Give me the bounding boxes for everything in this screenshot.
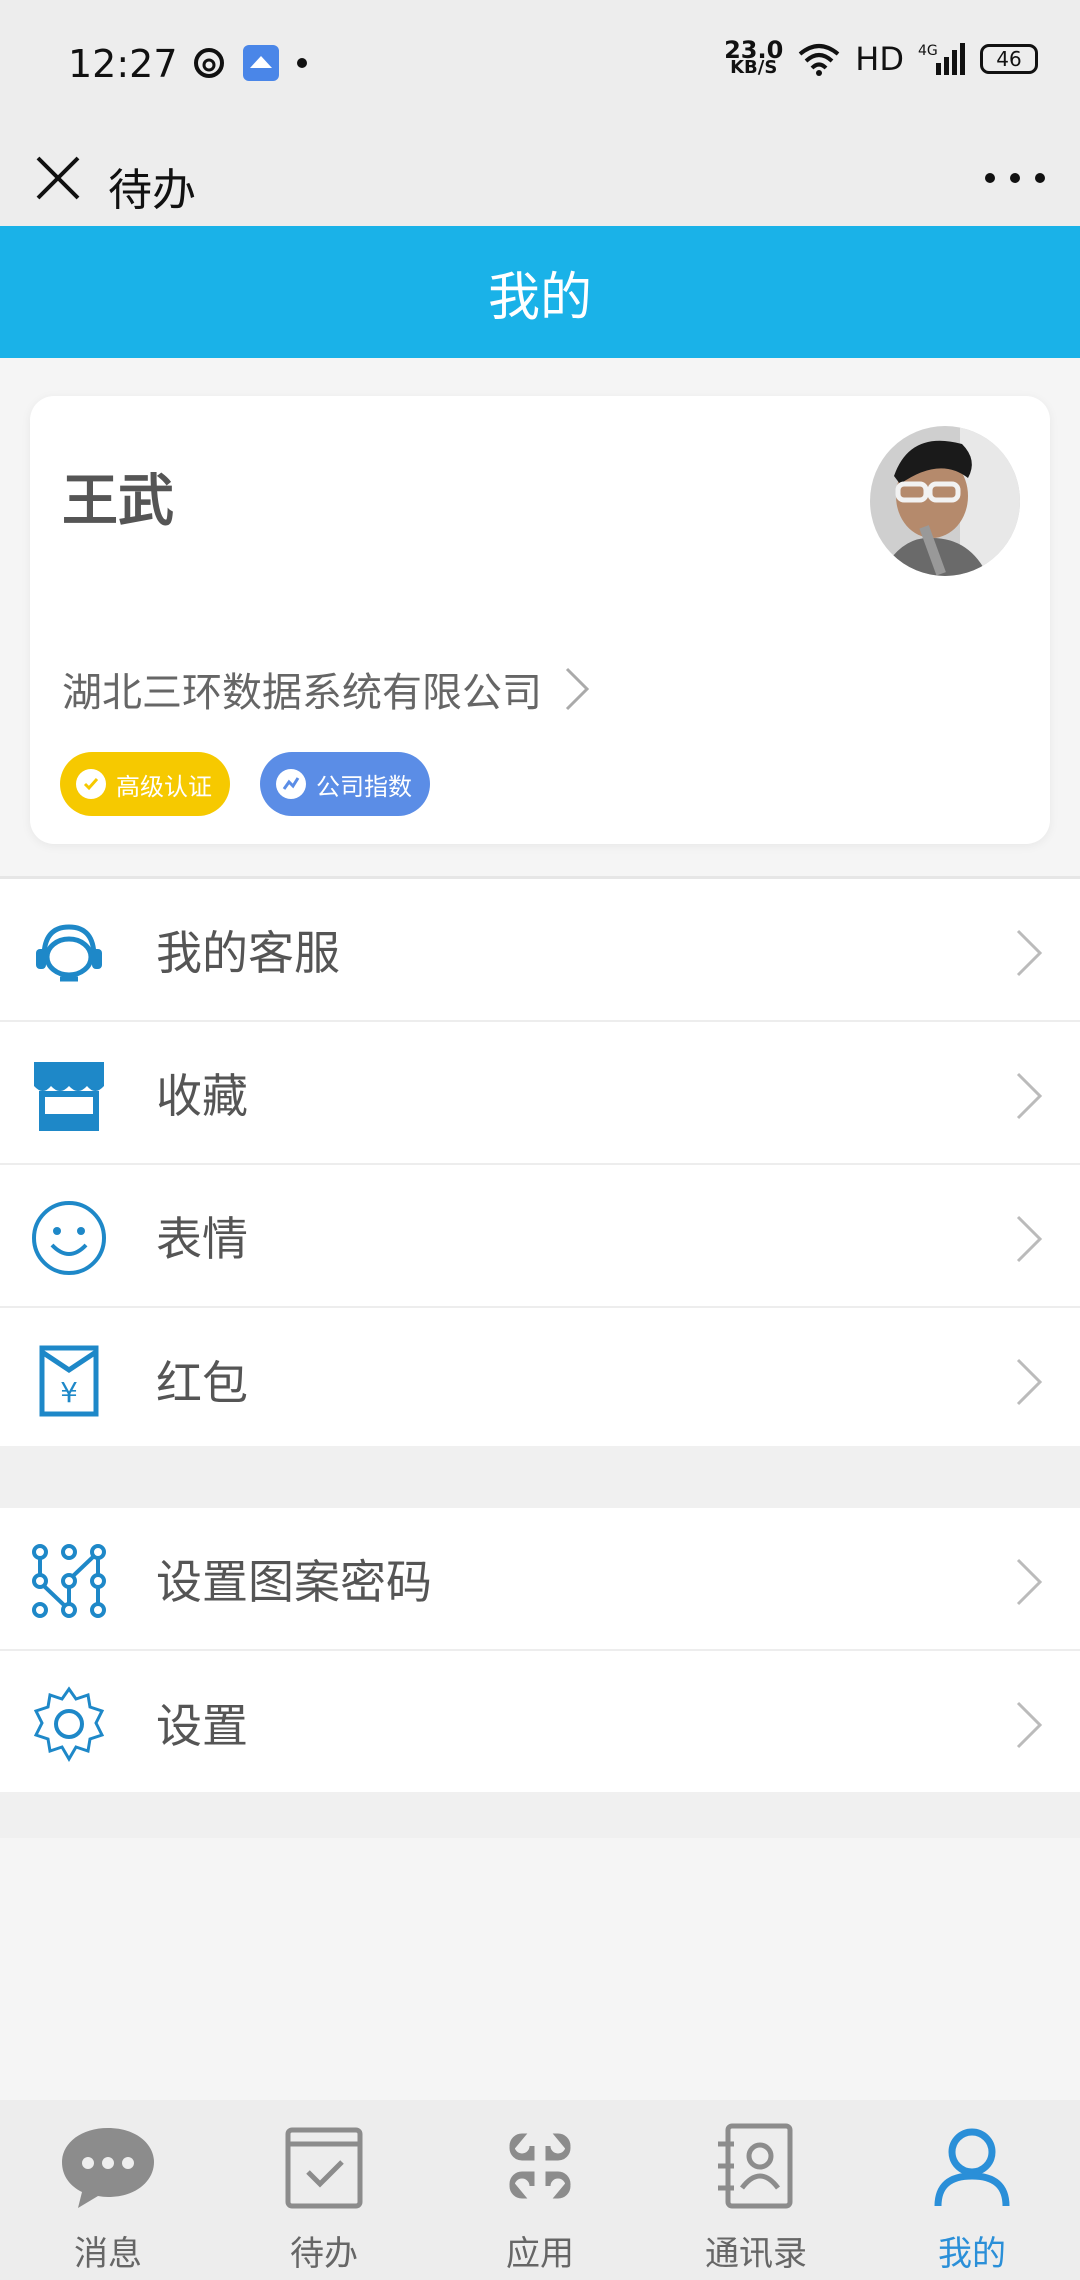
tab-apps[interactable]: 应用 [432,2100,648,2280]
tab-todo[interactable]: 待办 [216,2100,432,2280]
chevron-right-icon [565,667,590,711]
todo-check-icon [285,2127,363,2209]
badge-row: 高级认证 公司指数 [60,752,430,816]
more-options-icon[interactable] [980,154,1050,202]
wifi-icon [799,44,840,76]
profile-name: 王武 [62,469,174,534]
menu-item-pattern-password[interactable]: 设置图案密码 [0,1508,1080,1651]
chat-bubble-icon [62,2128,154,2208]
menu-label: 红包 [156,1355,248,1410]
menu-item-red-envelope[interactable]: ¥ 红包 [0,1308,1080,1451]
company-link[interactable]: 湖北三环数据系统有限公司 [62,660,590,718]
chevron-right-icon [1016,1215,1043,1263]
check-circle-icon [76,769,106,799]
badge-label: 高级认证 [116,772,212,801]
signal-icon: 4G [918,43,965,75]
menu-label: 表情 [156,1211,248,1266]
headset-icon [36,924,102,982]
chevron-right-icon [1016,1072,1043,1120]
smiley-icon [32,1201,106,1275]
status-time: 12:27 [68,42,178,86]
menu-item-settings[interactable]: 设置 [0,1651,1080,1794]
profile-card[interactable]: 王武 湖北三环数据系统有限公司 高级认证 公司指数 [30,396,1050,844]
avatar[interactable] [870,426,1020,576]
nav-bar: 待办 [0,130,1080,226]
tab-contacts[interactable]: 通讯录 [648,2100,864,2280]
menu-label: 设置 [156,1698,248,1753]
menu-group-main: 我的客服 收藏 表情 ¥ 红包 [0,876,1080,1451]
dot-icon [297,58,307,68]
status-right: 23.0 KB/S HD 4G 46 [724,36,1038,78]
network-speed: 23.0 KB/S [724,36,784,78]
gear-icon [33,1686,105,1762]
chevron-right-icon [1016,1701,1043,1749]
badge-label: 公司指数 [316,772,412,801]
menu-item-stickers[interactable]: 表情 [0,1165,1080,1308]
chevron-right-icon [1016,929,1043,977]
menu-group-settings: 设置图案密码 设置 [0,1508,1080,1794]
page-header: 我的 [0,226,1080,358]
tab-label: 待办 [290,2234,358,2274]
tab-messages[interactable]: 消息 [0,2100,216,2280]
apps-grid-icon [509,2133,571,2199]
pattern-lock-icon [32,1544,106,1618]
trend-icon [276,769,306,799]
tab-bar: 消息 待办 应用 通讯录 我的 [0,2100,1080,2280]
company-index-badge[interactable]: 公司指数 [260,752,430,816]
close-icon[interactable] [30,150,86,206]
tab-label: 通讯录 [705,2234,807,2274]
svg-text:4G: 4G [918,43,938,59]
tab-label: 应用 [506,2234,574,2274]
page-title: 我的 [487,267,592,328]
nav-title: 待办 [108,165,196,216]
tab-label: 我的 [938,2234,1006,2274]
certified-badge[interactable]: 高级认证 [60,752,230,816]
battery-indicator: 46 [980,44,1038,74]
menu-label: 收藏 [156,1068,248,1123]
section-divider [0,1792,1080,1838]
chevron-right-icon [1016,1358,1043,1406]
red-envelope-icon: ¥ [39,1345,99,1417]
menu-item-favorites[interactable]: 收藏 [0,1022,1080,1165]
hd-indicator: HD [855,40,904,78]
section-divider [0,1446,1080,1508]
app-notification-icon [243,45,279,81]
status-notification-icons [192,44,308,82]
menu-item-customer-service[interactable]: 我的客服 [0,879,1080,1022]
menu-label: 设置图案密码 [156,1554,432,1609]
menu-label: 我的客服 [156,925,340,980]
netease-music-icon [194,48,224,78]
chevron-right-icon [1016,1558,1043,1606]
tab-label: 消息 [74,2234,142,2274]
status-bar: 12:27 23.0 KB/S HD 4G 46 [0,0,1080,130]
svg-text:¥: ¥ [60,1376,78,1409]
company-name: 湖北三环数据系统有限公司 [62,670,542,716]
contacts-book-icon [718,2123,793,2209]
person-icon [934,2128,1010,2207]
tab-me[interactable]: 我的 [864,2100,1080,2280]
store-icon [34,1062,104,1131]
